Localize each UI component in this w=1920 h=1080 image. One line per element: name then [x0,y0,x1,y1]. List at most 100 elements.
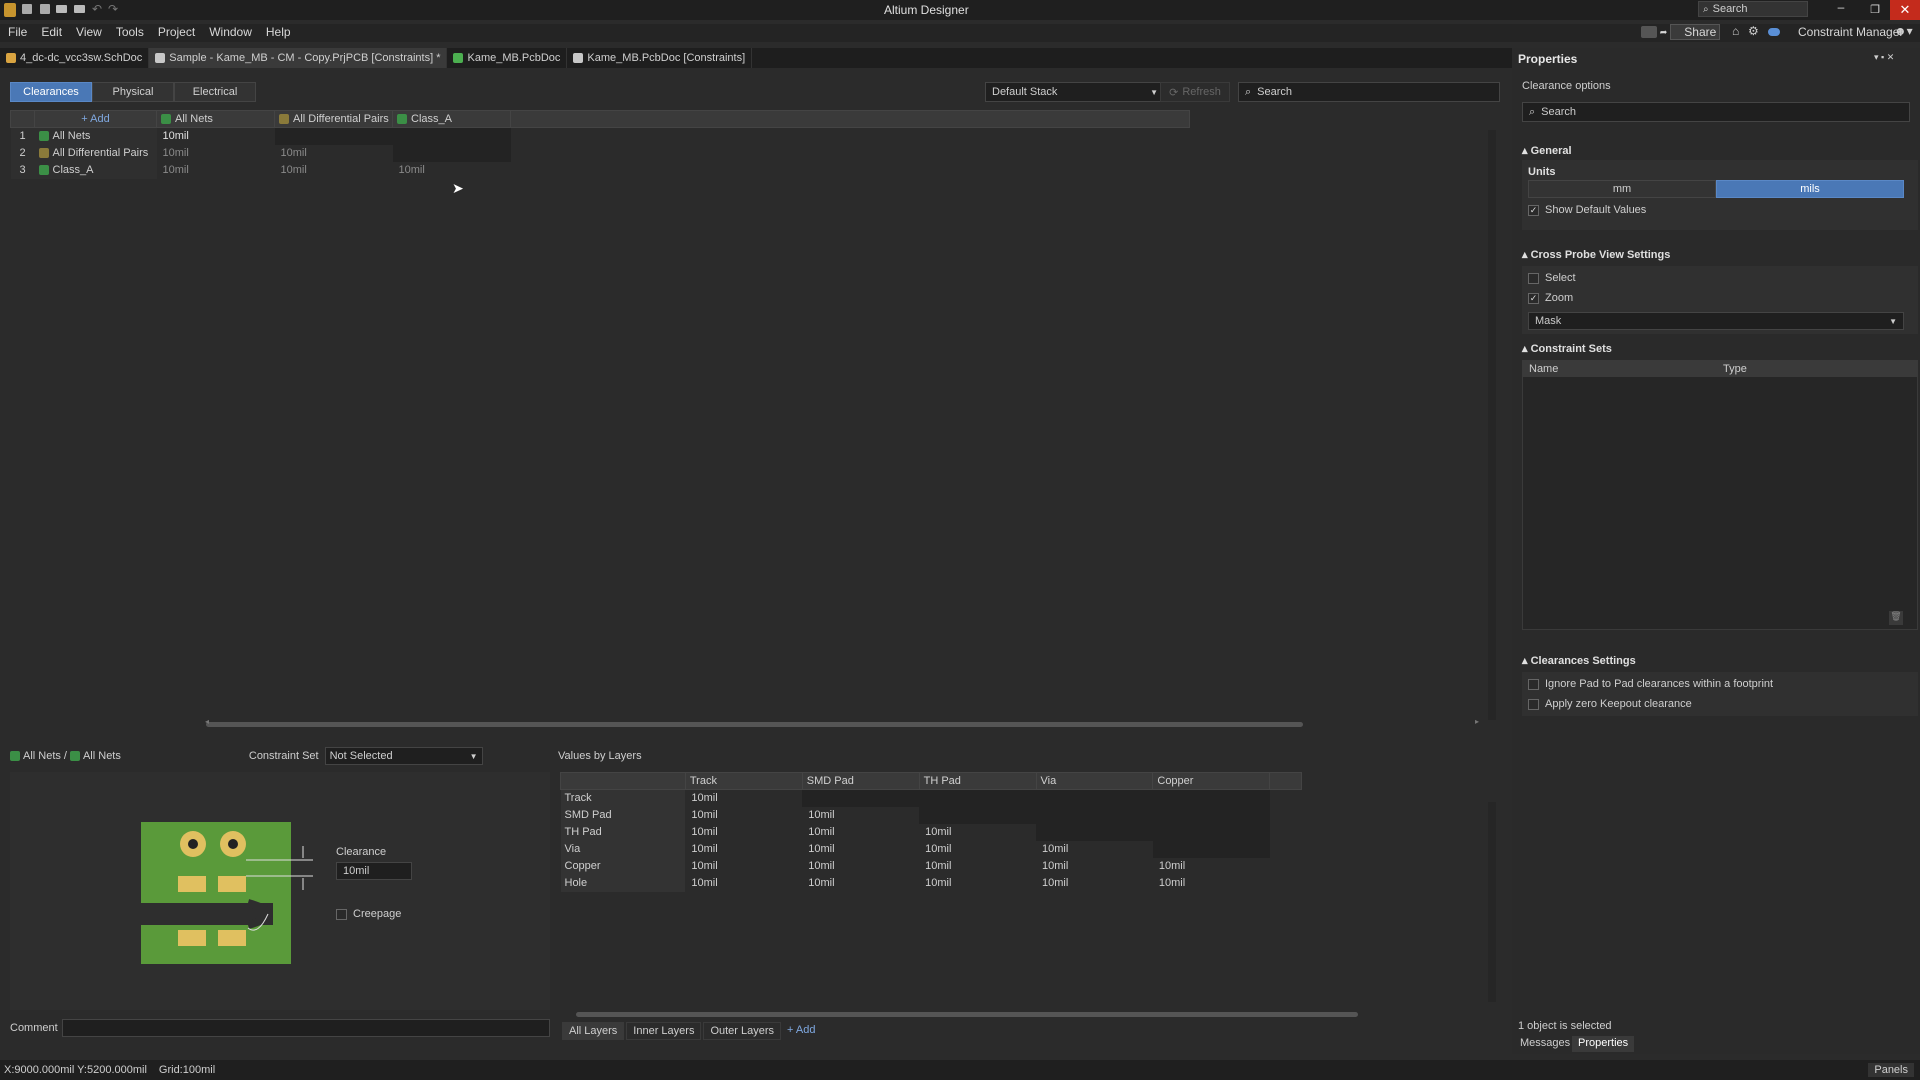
layers-cell[interactable]: 10mil [1036,875,1153,892]
col-type-header[interactable]: Type [1723,363,1747,375]
matrix-cell[interactable]: 10mil [393,162,511,179]
doc-tab[interactable]: Kame_MB.PcbDoc [Constraints] [567,48,753,68]
layers-column-header[interactable]: Via [1035,772,1154,790]
tab-physical[interactable]: Physical [92,82,174,102]
layers-cell[interactable]: 10mil [685,807,802,824]
share-button[interactable]: ➦ Share [1660,24,1720,40]
matrix-cell[interactable]: 10mil [157,162,275,179]
select-checkbox[interactable]: Select [1528,272,1576,284]
comment-input[interactable] [62,1019,550,1037]
minimize-button[interactable]: – [1826,0,1856,20]
undo-icon[interactable]: ↶ [92,2,102,16]
restore-button[interactable]: ❐ [1860,0,1890,20]
panel-menu-icon[interactable]: ▾ ▪ ✕ [1874,52,1894,63]
ignore-pad-checkbox[interactable]: Ignore Pad to Pad clearances within a fo… [1528,678,1773,690]
matrix-column-header[interactable]: All Differential Pairs [274,110,393,128]
menu-tools[interactable]: Tools [116,25,144,39]
layers-column-header[interactable]: SMD Pad [801,772,920,790]
gear-icon[interactable]: ⚙ [1748,24,1759,38]
menu-edit[interactable]: Edit [41,25,62,39]
tab-clearances[interactable]: Clearances [10,82,92,102]
mode-select[interactable]: Mask ▼ [1528,312,1904,330]
layers-horizontal-scrollbar[interactable] [576,1012,1358,1017]
constraint-sets-section-header[interactable]: ▴ Constraint Sets [1522,342,1612,355]
layers-cell[interactable]: 10mil [685,824,802,841]
menu-project[interactable]: Project [158,25,195,39]
doc-tab[interactable]: Kame_MB.PcbDoc [447,48,568,68]
general-section-header[interactable]: ▴ General [1522,144,1572,157]
layers-cell[interactable]: 10mil [919,858,1036,875]
layers-cell[interactable]: 10mil [802,875,919,892]
scroll-left-icon[interactable]: ◂ [205,717,209,726]
layer-tab[interactable]: Inner Layers [626,1022,702,1040]
home-icon[interactable]: ⌂ [1732,24,1739,38]
matrix-cell[interactable]: 10mil [157,145,275,162]
layers-cell[interactable]: 10mil [802,824,919,841]
zoom-checkbox[interactable]: ✓ Zoom [1528,292,1573,304]
constraint-set-select[interactable]: Not Selected ▼ [324,747,483,765]
stack-select[interactable]: Default Stack ▼ [985,82,1163,102]
vertical-scrollbar[interactable] [1488,130,1496,720]
matrix-row-header[interactable]: All Differential Pairs [34,144,157,162]
matrix-row-header[interactable]: All Nets [34,127,157,145]
menu-window[interactable]: Window [209,25,252,39]
layers-cell[interactable]: 10mil [1036,841,1153,858]
close-button[interactable]: ✕ [1890,0,1920,20]
layers-cell[interactable]: 10mil [1036,858,1153,875]
layer-tab[interactable]: All Layers [562,1022,625,1040]
menu-file[interactable]: File [8,25,27,39]
layers-cell[interactable]: 10mil [802,841,919,858]
creepage-checkbox[interactable]: Creepage [336,908,401,920]
add-button[interactable]: + Add [34,110,157,128]
layers-cell[interactable]: 10mil [802,807,919,824]
chat-icon[interactable] [1641,26,1657,38]
matrix-row-header[interactable]: Class_A [34,161,157,179]
layers-column-header[interactable]: TH Pad [918,772,1037,790]
save-icon[interactable] [22,4,32,14]
doc-tab[interactable]: 4_dc-dc_vcc3sw.SchDoc [0,48,150,68]
breadcrumb-to[interactable]: All Nets [83,750,121,762]
tab-electrical[interactable]: Electrical [174,82,256,102]
global-search[interactable]: ⌕ Search [1698,1,1808,17]
layers-cell[interactable]: 10mil [685,858,802,875]
trash-icon[interactable]: 🗑 [1889,611,1903,625]
layers-cell[interactable]: 10mil [919,841,1036,858]
matrix-column-header[interactable]: All Nets [156,110,275,128]
breadcrumb-from[interactable]: All Nets [23,750,61,762]
save-all-icon[interactable] [40,4,50,14]
clearances-settings-header[interactable]: ▴ Clearances Settings [1522,654,1636,667]
refresh-button[interactable]: ⟳ Refresh [1160,82,1230,102]
layers-cell[interactable]: 10mil [685,875,802,892]
menu-view[interactable]: View [76,25,102,39]
unit-mm-button[interactable]: mm [1528,180,1716,198]
scroll-right-icon[interactable]: ▸ [1475,717,1479,726]
menu-help[interactable]: Help [266,25,291,39]
matrix-cell[interactable]: 10mil [275,145,393,162]
matrix-cell[interactable]: 10mil [275,162,393,179]
layers-column-header[interactable]: Track [684,772,803,790]
matrix-column-header[interactable]: Class_A [392,110,511,128]
layers-vertical-scrollbar[interactable] [1488,802,1496,1002]
zero-keepout-checkbox[interactable]: Apply zero Keepout clearance [1528,698,1692,710]
open-project-icon[interactable] [74,5,85,13]
user-icon[interactable]: ☻▾ [1894,24,1913,38]
matrix-search-input[interactable]: ⌕ Search [1238,82,1500,102]
matrix-cell[interactable]: 10mil [157,128,275,145]
col-name-header[interactable]: Name [1529,363,1558,375]
layers-cell[interactable]: 10mil [919,875,1036,892]
redo-icon[interactable]: ↷ [108,2,118,16]
clearance-input[interactable]: 10mil [336,862,412,880]
cross-probe-section-header[interactable]: ▴ Cross Probe View Settings [1522,248,1670,261]
layer-tab[interactable]: Outer Layers [703,1022,782,1040]
show-default-values-checkbox[interactable]: ✓ Show Default Values [1528,204,1646,216]
add-layer-button[interactable]: + Add [783,1022,819,1040]
layers-cell[interactable]: 10mil [1153,858,1270,875]
layers-cell[interactable]: 10mil [802,858,919,875]
doc-tab[interactable]: Sample - Kame_MB - CM - Copy.PrjPCB [Con… [149,48,448,68]
layers-cell[interactable]: 10mil [685,841,802,858]
unit-mils-button[interactable]: mils [1716,180,1904,198]
messages-tab[interactable]: Messages [1514,1036,1577,1052]
properties-tab[interactable]: Properties [1572,1036,1635,1052]
horizontal-scrollbar[interactable] [206,722,1303,727]
layers-cell[interactable]: 10mil [919,824,1036,841]
